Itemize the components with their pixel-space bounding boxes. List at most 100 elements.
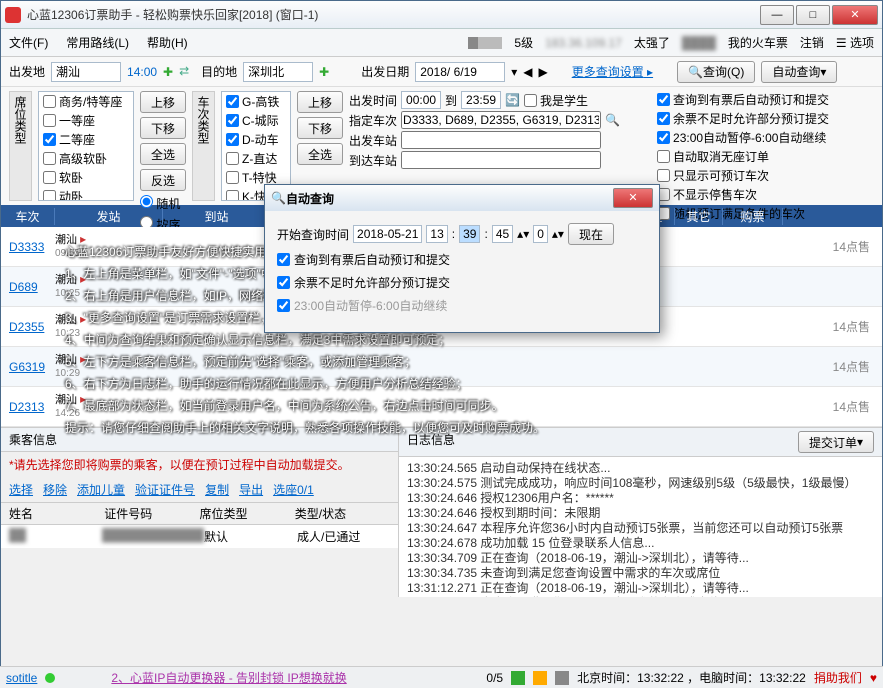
menu-file[interactable]: 文件(F) <box>9 34 48 51</box>
menu-help[interactable]: 帮助(H) <box>147 34 188 51</box>
seat-item[interactable]: 高级软卧 <box>39 149 133 168</box>
train-down-button[interactable]: 下移 <box>297 117 343 139</box>
date-input[interactable] <box>415 62 505 82</box>
from-label: 出发地 <box>9 63 45 80</box>
dialog-check2[interactable]: 余票不足时允许部分预订提交 <box>277 274 647 291</box>
train-item[interactable]: Z-直达 <box>222 149 290 168</box>
opt-hide-stopped[interactable]: 不显示停售车次 <box>657 186 829 203</box>
dep-time-to[interactable] <box>461 91 501 109</box>
minimize-button[interactable]: — <box>760 5 794 25</box>
seat-all-button[interactable]: 全选 <box>140 143 186 165</box>
signal-icon <box>468 37 502 49</box>
passenger-verify[interactable]: 验证证件号 <box>135 481 195 498</box>
link-icon[interactable] <box>555 671 569 685</box>
dialog-hh[interactable]: 13 <box>426 225 447 243</box>
date-prev-icon[interactable]: ◀ <box>523 65 532 79</box>
log-panel: 日志信息 提交订单 ▾ 13:30:24.565 启动自动保持在线状态...13… <box>399 428 882 597</box>
passenger-row[interactable]: ██ ████████████ 默认 成人/已通过 <box>1 525 398 548</box>
passenger-select[interactable]: 选择 <box>9 481 33 498</box>
opt-auto-submit[interactable]: 查询到有票后自动预订和提交 <box>657 91 829 108</box>
dialog-date[interactable]: 2018-05-21 <box>353 225 422 243</box>
time-info[interactable]: 北京时间：13:32:22 ，电脑时间：13:32:22 <box>577 669 806 686</box>
arr-station-label: 到达车站 <box>349 152 397 169</box>
status-dot-icon <box>45 673 55 683</box>
sotitle-link[interactable]: sotitle <box>6 671 37 685</box>
seat-item[interactable]: 软卧 <box>39 168 133 187</box>
dialog-close-button[interactable]: ✕ <box>613 188 653 208</box>
train-item[interactable]: D-动车 <box>222 130 290 149</box>
submit-order-button[interactable]: 提交订单 ▾ <box>798 431 874 453</box>
table-row[interactable]: G6319潮汕 ▸10:2914点售 <box>1 347 882 387</box>
seat-item[interactable]: 动卧 <box>39 187 133 201</box>
passenger-selcnt[interactable]: 选座0/1 <box>273 481 314 498</box>
auto-query-button[interactable]: 自动查询 ▾ <box>761 61 837 83</box>
passenger-copy[interactable]: 复制 <box>205 481 229 498</box>
seat-item[interactable]: 一等座 <box>39 111 133 130</box>
table-row[interactable]: D2313潮汕 ▸14:2614点售 <box>1 387 882 427</box>
maximize-button[interactable]: □ <box>796 5 830 25</box>
seat-type-label: 席位类型 <box>9 91 32 201</box>
search-icon[interactable]: 🔍 <box>605 113 620 127</box>
passenger-child[interactable]: 添加儿童 <box>77 481 125 498</box>
auto-query-dialog: 🔍 自动查询 ✕ 开始查询时间 2018-05-21 13: 39: 45▴▾ … <box>264 184 660 333</box>
seat-up-button[interactable]: 上移 <box>140 91 186 113</box>
date-next-icon[interactable]: ▶ <box>538 65 547 79</box>
opt-pause[interactable]: 23:00自动暂停-6:00自动继续 <box>657 129 829 146</box>
net-status: 太强了 <box>634 34 670 51</box>
log-body[interactable]: 13:30:24.565 启动自动保持在线状态...13:30:24.575 测… <box>399 457 882 597</box>
refresh-icon[interactable]: 🔄 <box>505 93 520 107</box>
passenger-hint: *请先选择您即将购票的乘客，以便在预订过程中自动加载提交。 <box>1 452 398 477</box>
seat-item[interactable]: 商务/特等座 <box>39 92 133 111</box>
dialog-check3[interactable]: 23:00自动暂停-6:00自动继续 <box>277 297 647 314</box>
to-label: 目的地 <box>201 63 237 80</box>
opt-cancel-noseat[interactable]: 自动取消无座订单 <box>657 148 829 165</box>
dialog-ss[interactable]: 45 <box>492 225 513 243</box>
refresh-icon-status[interactable] <box>533 671 547 685</box>
menu-mytickets[interactable]: 我的火车票 <box>728 34 788 51</box>
add-to-icon[interactable]: ✚ <box>319 65 329 79</box>
train-all-button[interactable]: 全选 <box>297 143 343 165</box>
passenger-remove[interactable]: 移除 <box>43 481 67 498</box>
opt-only-bookable[interactable]: 只显示可预订车次 <box>657 167 829 184</box>
menu-route[interactable]: 常用路线(L) <box>66 34 129 51</box>
seat-item[interactable]: 二等座 <box>39 130 133 149</box>
dep-time-label: 出发时间 <box>349 92 397 109</box>
searchbar: 出发地 14:00 ✚ ⇄ 目的地 ✚ 出发日期 ▾ ◀ ▶ 更多查询设置 ▸ … <box>1 57 882 87</box>
menubar: 文件(F) 常用路线(L) 帮助(H) 5级 183.36.109.17 太强了… <box>1 29 882 57</box>
train-type-label: 车次类型 <box>192 91 215 201</box>
share-icon[interactable] <box>511 671 525 685</box>
student-check[interactable]: 我是学生 <box>524 92 588 109</box>
query-button[interactable]: 🔍 查询(Q) <box>677 61 755 83</box>
seat-inv-button[interactable]: 反选 <box>140 169 186 191</box>
swap-icon[interactable]: ⇄ <box>179 64 195 80</box>
seat-list[interactable]: 商务/特等座 一等座 二等座 高级软卧 软卧 动卧 硬卧 软座 硬座 无座 <box>38 91 134 201</box>
from-input[interactable] <box>51 62 121 82</box>
passenger-export[interactable]: 导出 <box>239 481 263 498</box>
dep-time-from[interactable] <box>401 91 441 109</box>
add-from-icon[interactable]: ✚ <box>163 65 173 79</box>
dialog-now-button[interactable]: 现在 <box>568 223 614 245</box>
more-settings-link[interactable]: 更多查询设置 ▸ <box>572 63 653 80</box>
dialog-mm[interactable]: 39 <box>459 225 480 243</box>
train-item[interactable]: C-城际 <box>222 111 290 130</box>
donate-link[interactable]: 捐助我们 <box>814 669 862 686</box>
seat-down-button[interactable]: 下移 <box>140 117 186 139</box>
spec-train-input[interactable] <box>401 111 601 129</box>
close-button[interactable]: ✕ <box>832 5 878 25</box>
from-time: 14:00 <box>127 65 157 79</box>
train-up-button[interactable]: 上移 <box>297 91 343 113</box>
menu-logout[interactable]: 注销 <box>800 34 824 51</box>
menu-options[interactable]: ☰ 选项 <box>836 34 874 51</box>
date-dropdown-icon[interactable]: ▾ <box>511 65 517 79</box>
dialog-check1[interactable]: 查询到有票后自动预订和提交 <box>277 251 647 268</box>
dialog-delay[interactable]: 0 <box>533 225 548 243</box>
app-icon <box>5 7 21 23</box>
arr-station-input[interactable] <box>401 151 601 169</box>
to-input[interactable] <box>243 62 313 82</box>
ad-link[interactable]: 2、心蓝IP自动更换器 - 告别封锁 IP想换就换 <box>111 669 346 686</box>
passenger-title: 乘客信息 <box>9 431 57 448</box>
train-item[interactable]: G-高铁 <box>222 92 290 111</box>
dep-station-input[interactable] <box>401 131 601 149</box>
opt-partial[interactable]: 余票不足时允许部分预订提交 <box>657 110 829 127</box>
heart-icon[interactable]: ♥ <box>870 671 877 685</box>
